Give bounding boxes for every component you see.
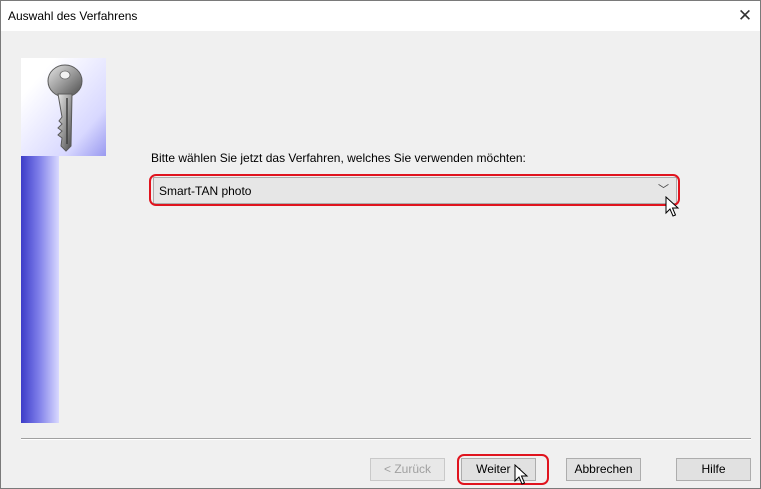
procedure-dropdown-value: Smart-TAN photo [159, 184, 252, 198]
procedure-dropdown[interactable]: Smart-TAN photo ﹀ [153, 177, 677, 204]
chevron-down-icon[interactable]: ﹀ [658, 181, 669, 197]
window-title: Auswahl des Verfahrens [8, 9, 138, 23]
help-button[interactable]: Hilfe [676, 458, 751, 481]
next-button[interactable]: Weiter > [461, 458, 536, 481]
dialog-window: Auswahl des Verfahrens ✕ Bitte wählen Si… [0, 0, 761, 489]
close-icon[interactable]: ✕ [730, 1, 760, 31]
cancel-button[interactable]: Abbrechen [566, 458, 641, 481]
footer-separator [21, 438, 751, 440]
key-icon [21, 58, 106, 156]
title-bar[interactable]: Auswahl des Verfahrens ✕ [1, 1, 760, 31]
back-button[interactable]: < Zurück [370, 458, 445, 481]
instruction-text: Bitte wählen Sie jetzt das Verfahren, we… [151, 151, 526, 165]
